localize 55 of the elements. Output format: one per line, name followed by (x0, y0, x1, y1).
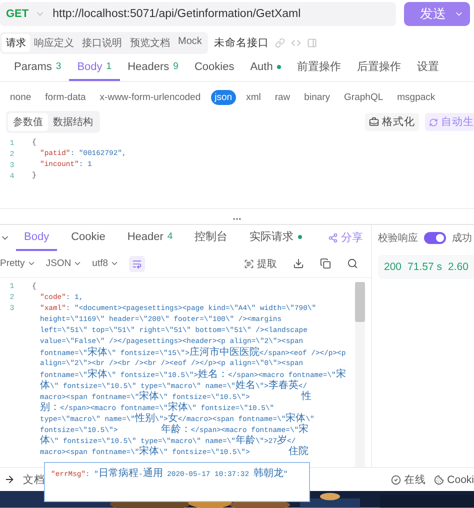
validate-toggle[interactable] (424, 232, 446, 244)
body-type-option[interactable]: x-www-form-urlencoded (96, 90, 205, 105)
extract-button[interactable]: 提取 (241, 254, 280, 274)
body-type-option[interactable]: none (6, 90, 36, 105)
wrap-icon[interactable] (129, 256, 146, 272)
body-type-option[interactable]: GraphQL (340, 90, 388, 105)
response-tab[interactable]: 控制台 (186, 224, 236, 251)
request-tab[interactable]: Headers 9 (120, 54, 186, 82)
status-code: 200 (384, 260, 402, 273)
response-tab[interactable]: 实际请求 (242, 224, 310, 251)
body-type-option[interactable]: json (210, 90, 236, 105)
check-circle-icon (391, 474, 402, 485)
response-size: 2.60 (448, 260, 468, 273)
request-tab[interactable]: 前置操作 (288, 54, 349, 82)
cookie-link[interactable]: Cooki (434, 474, 474, 486)
language-dropdown[interactable]: JSON (46, 258, 82, 270)
encoding-dropdown[interactable]: utf8 (92, 258, 120, 270)
view-mode-tab[interactable]: 参数值 (8, 113, 48, 132)
cookie-icon (434, 474, 444, 485)
send-button[interactable]: 发送 (404, 2, 470, 26)
arrow-right-icon[interactable] (4, 474, 15, 486)
sub-tab[interactable]: 预览文档 (126, 34, 174, 52)
request-tab[interactable]: Params 3 (6, 54, 70, 82)
briefcase-icon (369, 117, 379, 128)
request-tab[interactable]: Cookies (186, 54, 242, 82)
body-type-option[interactable]: binary (300, 90, 334, 105)
sub-tab[interactable]: Mock (174, 34, 206, 52)
body-type-option[interactable]: raw (270, 90, 294, 105)
sub-tab[interactable]: 接口说明 (78, 34, 126, 52)
sub-tab[interactable]: 响应定义 (30, 34, 78, 52)
request-tab[interactable]: 后置操作 (348, 54, 409, 82)
online-link[interactable]: 在线 (391, 472, 426, 487)
share-link[interactable]: 分享 (328, 224, 371, 251)
response-tab[interactable]: Header 4 (119, 224, 181, 251)
response-time: 71.57 s (408, 260, 442, 273)
format-dropdown[interactable]: Pretty (0, 258, 36, 270)
view-mode-tab[interactable]: 数据结构 (48, 113, 98, 132)
request-tab[interactable]: Body 1 (69, 54, 120, 82)
response-tab[interactable]: Cookie (63, 224, 114, 251)
body-type-option[interactable]: msgpack (393, 90, 440, 105)
api-name: 未命名接口 (214, 36, 269, 50)
docs-link[interactable]: 文档 (23, 472, 45, 487)
request-tab[interactable]: Auth (242, 54, 289, 82)
scan-icon (244, 258, 254, 269)
format-button[interactable]: 格式化 (365, 113, 419, 132)
refresh-icon (429, 118, 438, 127)
scrollbar[interactable] (355, 282, 365, 468)
body-type-option[interactable]: xml (242, 90, 265, 105)
response-tab[interactable]: Body (16, 224, 58, 251)
sub-tab[interactable]: 请求 (2, 34, 30, 52)
share-icon (328, 232, 338, 243)
request-tab[interactable]: 设置 (408, 54, 447, 82)
validate-label: 校验响应 (378, 232, 418, 245)
body-type-option[interactable]: form-data (41, 90, 90, 105)
result-label: 成功 (452, 232, 472, 245)
